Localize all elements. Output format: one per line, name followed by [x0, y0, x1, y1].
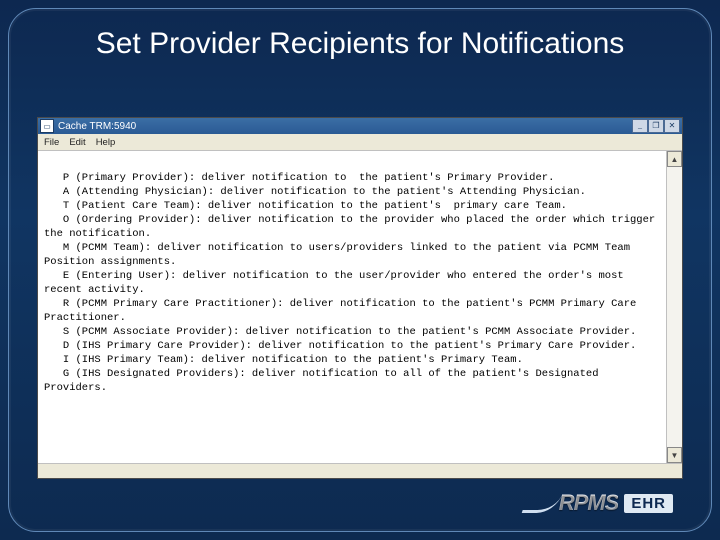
- maximize-button[interactable]: ❐: [648, 119, 664, 133]
- close-button[interactable]: ✕: [664, 119, 680, 133]
- menu-bar: File Edit Help: [38, 134, 682, 151]
- scroll-down-button[interactable]: ▼: [667, 447, 682, 463]
- app-icon: ▭: [40, 119, 54, 133]
- logo-swoosh-icon: [521, 494, 562, 513]
- window-titlebar[interactable]: ▭ Cache TRM:5940 _ ❐ ✕: [38, 118, 682, 134]
- menu-help[interactable]: Help: [96, 137, 116, 148]
- terminal-text[interactable]: P (Primary Provider): deliver notificati…: [38, 151, 666, 463]
- window-title: Cache TRM:5940: [58, 121, 632, 132]
- menu-file[interactable]: File: [44, 137, 59, 148]
- slide-frame: Set Provider Recipients for Notification…: [8, 8, 712, 532]
- logo-tag: EHR: [624, 494, 673, 513]
- status-bar: [38, 463, 682, 478]
- slide-title: Set Provider Recipients for Notification…: [9, 9, 711, 61]
- scroll-up-button[interactable]: ▲: [667, 151, 682, 167]
- scroll-track[interactable]: [667, 167, 682, 447]
- footer-logo: RPMS EHR: [525, 490, 673, 516]
- terminal-window: ▭ Cache TRM:5940 _ ❐ ✕ File Edit Help P …: [37, 117, 683, 479]
- vertical-scrollbar[interactable]: ▲ ▼: [666, 151, 682, 463]
- menu-edit[interactable]: Edit: [69, 137, 85, 148]
- minimize-button[interactable]: _: [632, 119, 648, 133]
- logo-brand: RPMS: [559, 490, 619, 516]
- terminal-body: P (Primary Provider): deliver notificati…: [38, 151, 682, 463]
